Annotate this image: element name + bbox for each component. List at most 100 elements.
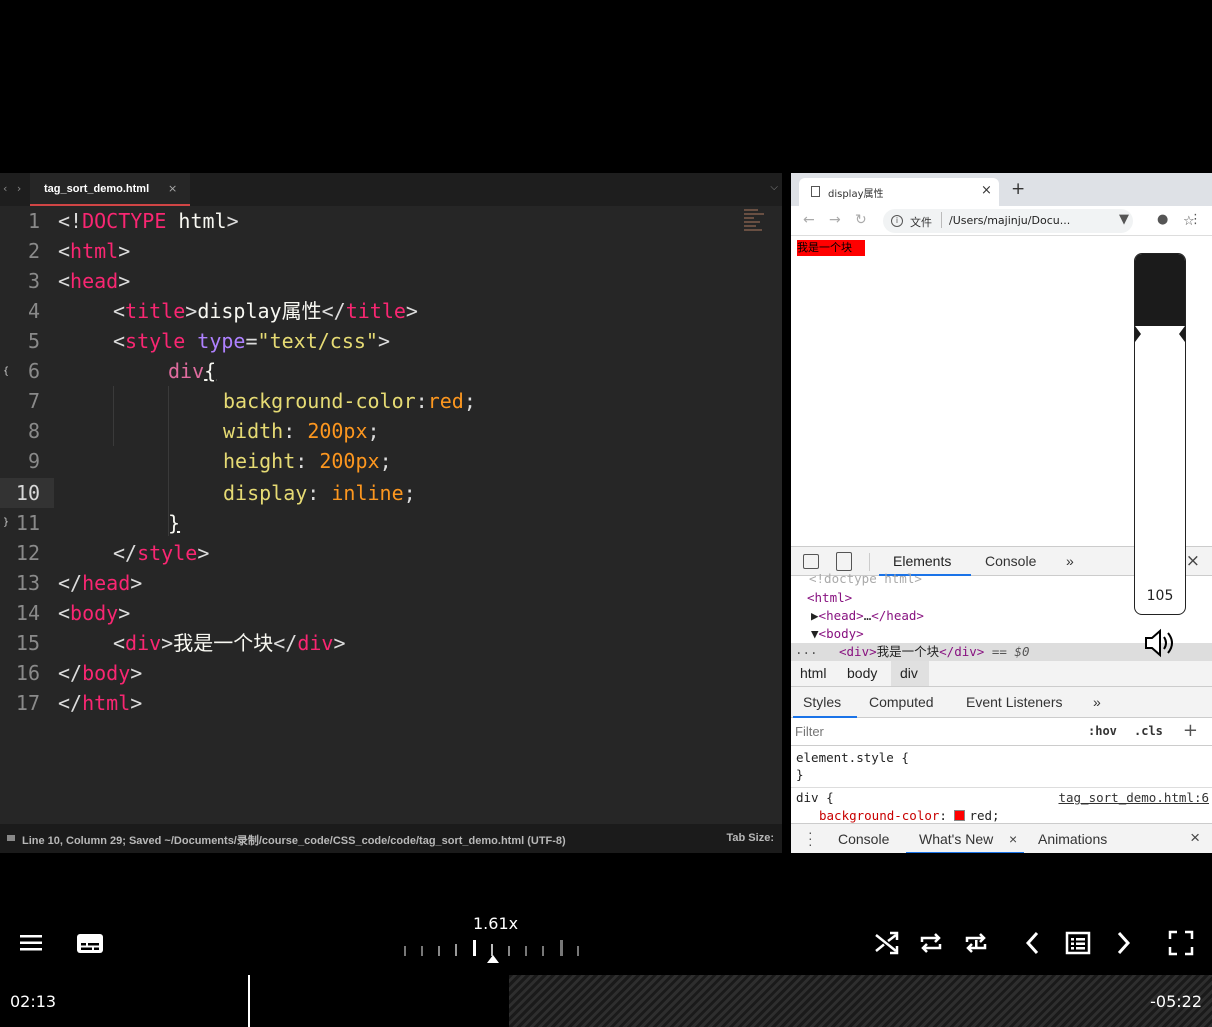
repeat-icon[interactable] bbox=[916, 928, 946, 958]
drawer-tab-close-icon[interactable]: × bbox=[1009, 831, 1017, 847]
line-number: 15 bbox=[15, 631, 40, 655]
code-line-1: <!DOCTYPE html> bbox=[58, 209, 239, 233]
browser-tab-strip: display属性 × + bbox=[791, 173, 1212, 206]
tab-menu-chevron-icon[interactable]: ⌵ bbox=[770, 182, 778, 193]
back-arrow-icon[interactable]: ← bbox=[803, 212, 815, 228]
inspect-element-icon[interactable] bbox=[803, 554, 819, 569]
code-line-7: background-color:red; bbox=[223, 389, 476, 413]
editor-tab-tag-sort-demo[interactable]: tag_sort_demo.html × bbox=[30, 173, 190, 206]
tab-elements[interactable]: Elements bbox=[893, 553, 951, 569]
tab-size-selector[interactable]: Tab Size: bbox=[727, 832, 774, 844]
dom-gutter-dots[interactable]: ... bbox=[795, 641, 818, 659]
playlist-icon[interactable] bbox=[1063, 928, 1093, 958]
editor-tab-close-icon[interactable]: × bbox=[168, 182, 177, 195]
browser-tab-display[interactable]: display属性 × bbox=[799, 178, 999, 206]
status-text: Line 10, Column 29; Saved ~/Documents/录制… bbox=[22, 835, 566, 847]
line-number: 17 bbox=[15, 691, 40, 715]
subtitles-icon[interactable] bbox=[75, 928, 105, 958]
new-tab-button[interactable]: + bbox=[1011, 179, 1025, 199]
drawer-menu-icon[interactable]: · · · bbox=[808, 825, 813, 851]
toolbar-divider bbox=[869, 553, 870, 571]
line-number: 7 bbox=[27, 389, 40, 413]
line-number: 13 bbox=[15, 571, 40, 595]
class-toggle[interactable]: .cls bbox=[1134, 724, 1163, 738]
code-line-16: </body> bbox=[58, 661, 143, 685]
element-style-selector[interactable]: element.style { bbox=[796, 749, 909, 767]
line-number: 1 bbox=[27, 209, 40, 233]
previous-icon[interactable] bbox=[1018, 928, 1048, 958]
rule-divider bbox=[791, 787, 1212, 788]
browser-tab-close-icon[interactable]: × bbox=[981, 183, 992, 198]
fullscreen-icon[interactable] bbox=[1166, 928, 1196, 958]
line-number: 14 bbox=[15, 601, 40, 625]
volume-notch bbox=[1179, 326, 1185, 342]
fold-close-icon[interactable]: } bbox=[3, 517, 9, 528]
volume-slider[interactable]: 105 bbox=[1134, 253, 1186, 615]
profile-avatar-icon[interactable]: ● bbox=[1157, 212, 1168, 227]
playback-rate-slider[interactable] bbox=[400, 938, 590, 964]
drawer-active-indicator bbox=[906, 852, 1024, 853]
drawer-tab-whats-new[interactable]: What's New bbox=[919, 831, 993, 847]
url-scheme-label: 文件 bbox=[910, 216, 932, 229]
indent-guide bbox=[113, 386, 114, 446]
breadcrumb-body[interactable]: body bbox=[847, 665, 877, 681]
breadcrumb-html[interactable]: html bbox=[800, 665, 826, 681]
drawer-tab-console[interactable]: Console bbox=[838, 831, 889, 847]
dom-body[interactable]: ▼<body> bbox=[811, 625, 864, 643]
progress-remaining[interactable] bbox=[509, 975, 1212, 1027]
speaker-icon[interactable] bbox=[1142, 627, 1178, 659]
dom-html[interactable]: <html> bbox=[807, 589, 852, 607]
drawer-close-icon[interactable]: × bbox=[1190, 828, 1200, 848]
browser-tab-title: display属性 bbox=[828, 189, 884, 200]
kebab-menu-icon[interactable]: ⋮ bbox=[1189, 212, 1202, 227]
dom-div-selected[interactable]: <div>我是一个块</div> == $0 bbox=[839, 643, 1030, 661]
tab-event-listeners[interactable]: Event Listeners bbox=[966, 694, 1063, 710]
hover-state-toggle[interactable]: :hov bbox=[1088, 724, 1117, 738]
fold-open-icon[interactable]: { bbox=[3, 366, 9, 377]
editor-tab-label: tag_sort_demo.html bbox=[44, 183, 150, 195]
forward-arrow-icon[interactable]: → bbox=[829, 212, 841, 228]
menu-icon[interactable] bbox=[17, 928, 47, 958]
url-path: /Users/majinju/Docu... bbox=[949, 214, 1071, 227]
volume-value: 105 bbox=[1146, 588, 1174, 604]
line-number: 5 bbox=[27, 329, 40, 353]
repeat-one-icon[interactable] bbox=[961, 928, 991, 958]
breadcrumb-div[interactable]: div bbox=[900, 665, 918, 681]
devtools-drawer-bar: · · · Console What's New × Animations × bbox=[791, 823, 1212, 853]
reload-icon[interactable]: ↻ bbox=[855, 212, 867, 228]
tab-nav-arrows-icon[interactable]: ‹ › bbox=[3, 182, 24, 195]
new-style-rule-button[interactable]: + bbox=[1183, 720, 1198, 741]
styles-filter-input[interactable] bbox=[795, 721, 1075, 742]
current-time: 02:13 bbox=[10, 992, 57, 1011]
shuffle-icon[interactable] bbox=[871, 928, 901, 958]
more-panes-chevron[interactable]: » bbox=[1093, 694, 1101, 710]
devtools-close-icon[interactable]: × bbox=[1186, 551, 1200, 571]
line-number: 3 bbox=[27, 269, 40, 293]
playback-rate-label: 1.61x bbox=[473, 914, 519, 933]
address-bar[interactable]: i 文件 /Users/majinju/Docu... ☆ bbox=[883, 209, 1195, 233]
next-icon[interactable] bbox=[1108, 928, 1138, 958]
rule-source-link[interactable]: tag_sort_demo.html:6 bbox=[1058, 790, 1209, 805]
drawer-tab-animations[interactable]: Animations bbox=[1038, 831, 1107, 847]
code-line-17: </html> bbox=[58, 691, 143, 715]
dom-doctype[interactable]: <!doctype html> bbox=[809, 570, 922, 588]
progress-played[interactable] bbox=[0, 975, 509, 1027]
tab-computed[interactable]: Computed bbox=[869, 694, 934, 710]
minimap[interactable] bbox=[744, 209, 766, 235]
device-toolbar-icon[interactable] bbox=[836, 552, 852, 571]
code-line-6: div{ bbox=[168, 359, 217, 383]
code-line-3: <head> bbox=[58, 269, 131, 293]
tab-console[interactable]: Console bbox=[985, 553, 1036, 569]
extension-icon[interactable]: ▼ bbox=[1119, 212, 1129, 227]
tab-styles[interactable]: Styles bbox=[803, 694, 841, 710]
more-tabs-chevron[interactable]: » bbox=[1066, 553, 1074, 569]
line-number: 4 bbox=[27, 299, 40, 323]
info-icon[interactable]: i bbox=[891, 215, 903, 227]
status-panel-icon[interactable] bbox=[7, 835, 15, 841]
line-number: 12 bbox=[15, 541, 40, 565]
color-swatch[interactable] bbox=[954, 810, 966, 821]
div-rule-selector[interactable]: div { bbox=[796, 789, 834, 807]
dom-head[interactable]: ▶<head>…</head> bbox=[811, 607, 924, 625]
seek-playhead[interactable] bbox=[248, 975, 250, 1027]
breadcrumb: html body div bbox=[791, 661, 1212, 687]
